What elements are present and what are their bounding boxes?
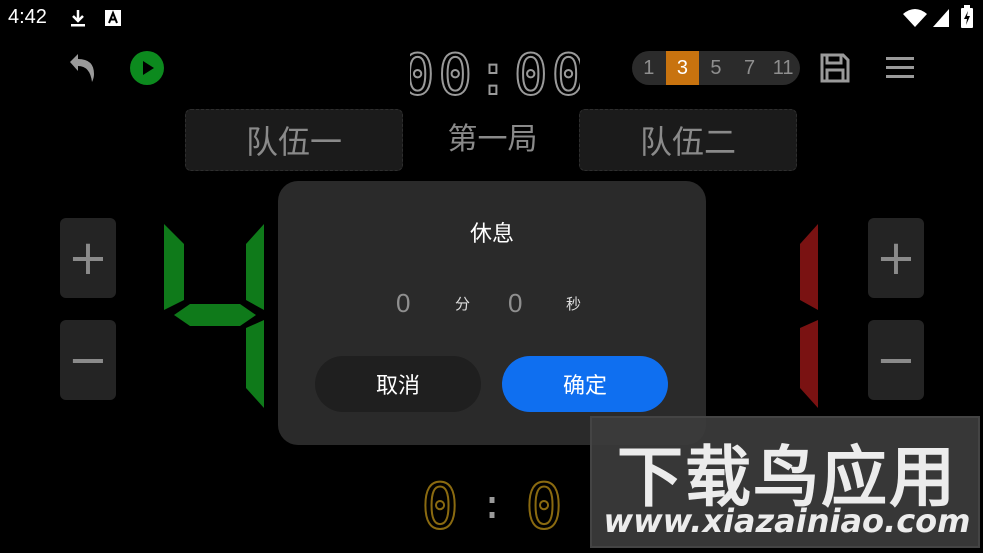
- save-icon[interactable]: [818, 51, 852, 85]
- timer-text: 00:00: [410, 43, 580, 102]
- match-timer[interactable]: 00:00: [410, 42, 580, 102]
- segment-top-right: [246, 224, 264, 310]
- dialog-title: 休息: [469, 222, 514, 247]
- sets-score-left: 0: [421, 470, 458, 540]
- set-count-selector[interactable]: 1 3 5 7 11: [632, 51, 800, 85]
- confirm-button[interactable]: 确定: [502, 356, 668, 412]
- menu-icon[interactable]: [884, 54, 916, 82]
- undo-icon[interactable]: [66, 50, 100, 84]
- seconds-unit: 秒: [566, 295, 582, 313]
- sets-score: 0 : 0: [420, 469, 570, 544]
- team-right-name[interactable]: 队伍二: [579, 109, 797, 171]
- set-option-1[interactable]: 1: [632, 51, 666, 85]
- sets-score-separator: :: [480, 482, 504, 528]
- minus-icon: −: [875, 332, 917, 388]
- play-button[interactable]: [130, 51, 164, 85]
- right-score-digit[interactable]: [796, 220, 822, 410]
- wifi-icon: [903, 9, 927, 27]
- watermark: 下载鸟应用 www.xiazainiao.com: [590, 416, 980, 548]
- set-option-3[interactable]: 3: [665, 51, 700, 85]
- right-minus-button[interactable]: −: [868, 320, 924, 400]
- team-left-name[interactable]: 队伍一: [185, 109, 403, 171]
- round-label: 第一局: [447, 122, 538, 157]
- watermark-url: www.xiazainiao.com: [603, 502, 971, 540]
- seconds-input[interactable]: 0: [508, 288, 522, 319]
- app-notification-icon: [105, 10, 121, 26]
- segment-top-left: [164, 224, 184, 310]
- play-icon: [143, 61, 154, 75]
- left-score-digit[interactable]: [160, 220, 270, 410]
- signal-icon: [933, 9, 949, 27]
- download-icon: [71, 10, 85, 27]
- minus-icon: −: [67, 332, 109, 388]
- right-plus-button[interactable]: +: [868, 218, 924, 298]
- segment-bottom-right: [246, 320, 264, 408]
- team-right-label: 队伍二: [639, 123, 736, 161]
- status-time: 4:42: [8, 6, 47, 28]
- minutes-input[interactable]: 0: [396, 288, 410, 319]
- left-minus-button[interactable]: −: [60, 320, 116, 400]
- rest-dialog: 休息 0 分 0 秒 取消 确定: [278, 181, 706, 445]
- minutes-unit: 分: [455, 295, 471, 313]
- plus-icon: +: [875, 230, 917, 286]
- segment-middle: [174, 304, 256, 326]
- segment-top-right: [800, 224, 818, 310]
- set-option-7[interactable]: 7: [733, 51, 767, 85]
- left-plus-button[interactable]: +: [60, 218, 116, 298]
- battery-charging-icon: [961, 5, 973, 28]
- sets-score-right: 0: [525, 470, 562, 540]
- segment-bottom-right: [800, 320, 818, 408]
- cancel-button[interactable]: 取消: [315, 356, 481, 412]
- set-option-11[interactable]: 11: [766, 51, 800, 85]
- set-option-5[interactable]: 5: [699, 51, 733, 85]
- team-left-label: 队伍一: [245, 123, 342, 161]
- plus-icon: +: [67, 230, 109, 286]
